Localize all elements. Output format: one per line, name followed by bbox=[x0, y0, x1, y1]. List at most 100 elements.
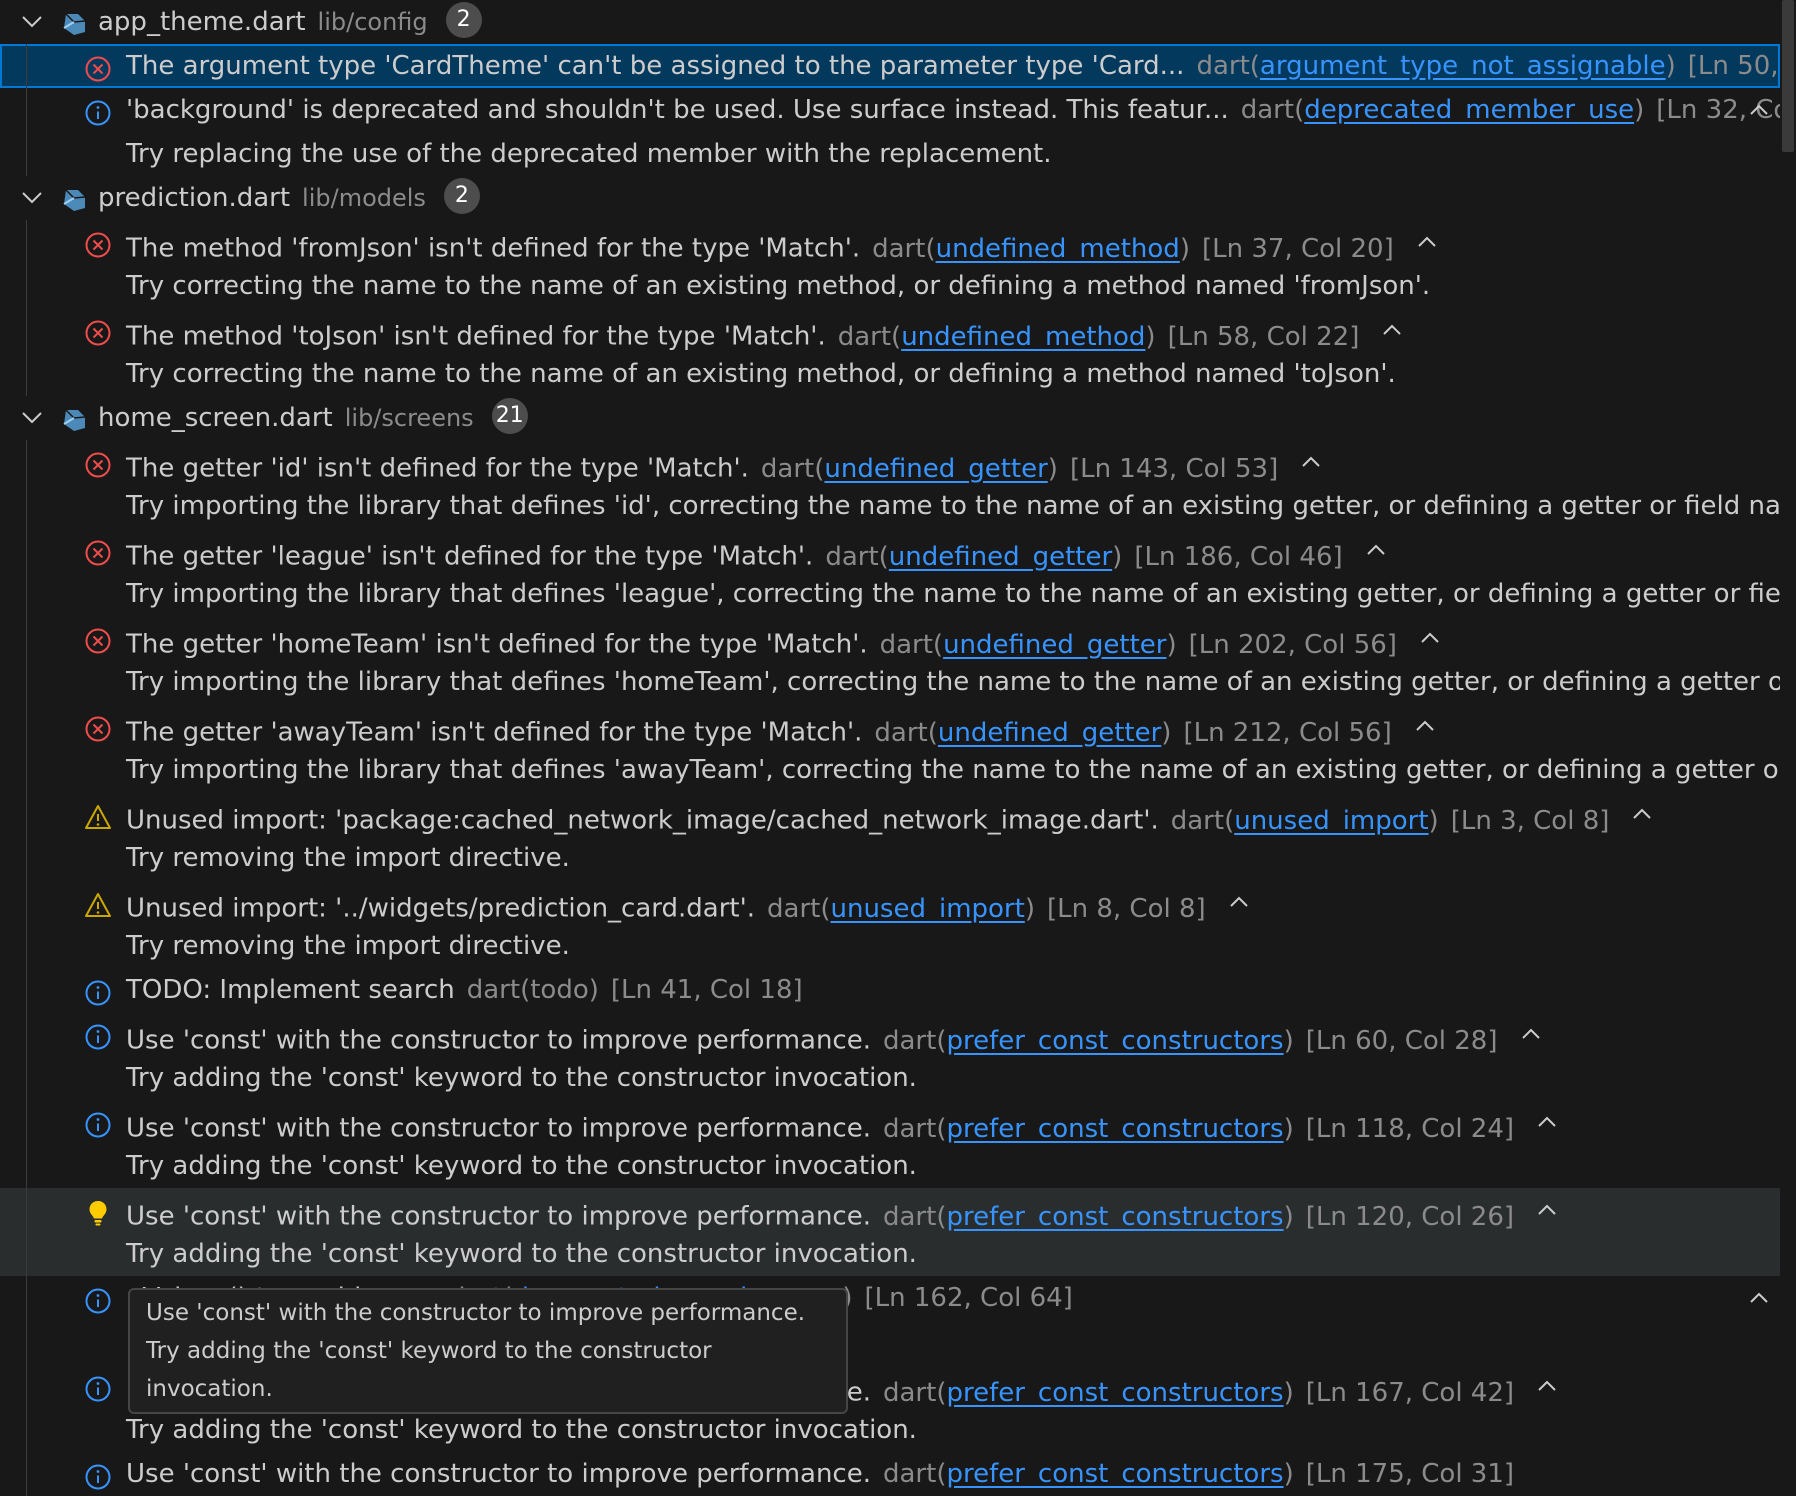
problem-row[interactable]: The method 'toJson' isn't defined for th… bbox=[0, 308, 1780, 352]
chevron-up-icon[interactable] bbox=[1534, 1100, 1560, 1144]
problem-source: dart(undefined_getter) bbox=[880, 630, 1177, 660]
chevron-down-icon[interactable] bbox=[20, 0, 44, 44]
problem-row[interactable]: The getter 'awayTeam' isn't defined for … bbox=[0, 704, 1780, 748]
problem-row[interactable]: Unused import: 'package:cached_network_i… bbox=[0, 792, 1780, 836]
rule-code-link[interactable]: undefined_getter bbox=[889, 542, 1112, 572]
chevron-up-icon[interactable] bbox=[1298, 440, 1324, 484]
rule-code-link[interactable]: prefer_const_constructors bbox=[946, 1378, 1283, 1408]
problem-message: The getter 'homeTeam' isn't defined for … bbox=[126, 629, 868, 660]
dart-file-icon bbox=[60, 404, 88, 432]
problem-source: dart(undefined_method) bbox=[872, 234, 1190, 264]
file-header[interactable]: prediction.dart lib/models 2 bbox=[0, 176, 1780, 220]
vertical-scrollbar[interactable] bbox=[1780, 0, 1796, 1490]
problem-hint-row[interactable]: Try adding the 'const' keyword to the co… bbox=[0, 1056, 1780, 1100]
problem-hint-row[interactable]: Try replacing the use of the deprecated … bbox=[0, 132, 1780, 176]
source-prefix: dart( bbox=[1240, 95, 1305, 125]
file-group: prediction.dart lib/models 2 The method 'fr… bbox=[0, 176, 1780, 396]
source-suffix: ) bbox=[1283, 1459, 1294, 1489]
error-icon bbox=[84, 317, 112, 346]
source-suffix: ) bbox=[1283, 1201, 1294, 1232]
chevron-down-icon[interactable] bbox=[20, 396, 44, 440]
problem-hint: Try importing the library that defines '… bbox=[126, 579, 1780, 609]
chevron-up-icon[interactable] bbox=[1226, 880, 1252, 924]
source-suffix: ) bbox=[1047, 453, 1058, 484]
file-header[interactable]: app_theme.dart lib/config 2 bbox=[0, 0, 1780, 44]
chevron-up-icon[interactable] bbox=[1412, 704, 1438, 748]
problem-hint-row[interactable]: Try importing the library that defines '… bbox=[0, 484, 1780, 528]
problem-row[interactable]: Use 'const' with the constructor to impr… bbox=[0, 1188, 1780, 1232]
rule-code-link[interactable]: undefined_getter bbox=[824, 454, 1047, 484]
rule-code-link[interactable]: prefer_const_constructors bbox=[946, 1202, 1283, 1232]
problem-position: [Ln 186, Col 46] bbox=[1134, 541, 1343, 572]
rule-code-link[interactable]: undefined_getter bbox=[938, 718, 1161, 748]
rule-code-link[interactable]: prefer_const_constructors bbox=[946, 1114, 1283, 1144]
problem-count-badge: 2 bbox=[445, 2, 482, 38]
problem-row[interactable]: Use 'const' with the constructor to impr… bbox=[0, 1452, 1780, 1496]
problem-row[interactable]: Use 'const' with the constructor to impr… bbox=[0, 1012, 1780, 1056]
chevron-up-icon[interactable] bbox=[1534, 1364, 1560, 1408]
problem-count-badge: 21 bbox=[491, 398, 528, 434]
file-name: home_screen.dart lib/screens 21 bbox=[98, 396, 528, 440]
problem-source: dart(todo) bbox=[467, 975, 599, 1005]
file-header[interactable]: home_screen.dart lib/screens 21 bbox=[0, 396, 1780, 440]
rule-code-link[interactable]: argument_type_not_assignable bbox=[1260, 51, 1666, 81]
rule-code-link[interactable]: prefer_const_constructors bbox=[946, 1459, 1283, 1489]
indent-guide bbox=[26, 440, 27, 1496]
rule-code-link[interactable]: undefined_method bbox=[936, 234, 1180, 264]
source-suffix: ) bbox=[1161, 717, 1172, 748]
scrollbar-thumb[interactable] bbox=[1782, 0, 1794, 152]
chevron-up-icon[interactable] bbox=[1363, 528, 1389, 572]
source-prefix: dart( bbox=[837, 321, 902, 352]
chevron-up-icon[interactable] bbox=[1534, 1188, 1560, 1232]
problem-text: TODO: Implement search dart(todo) [Ln 41, … bbox=[126, 968, 803, 1012]
problem-hint-row[interactable]: Try adding the 'const' keyword to the co… bbox=[0, 1408, 1780, 1452]
problem-hint: Try adding the 'const' keyword to the co… bbox=[126, 1151, 917, 1181]
problem-row[interactable]: Unused import: '../widgets/prediction_ca… bbox=[0, 880, 1780, 924]
chevron-up-icon[interactable] bbox=[1746, 1276, 1772, 1320]
problem-row[interactable]: The getter 'homeTeam' isn't defined for … bbox=[0, 616, 1780, 660]
problem-hint-row[interactable]: Try importing the library that defines '… bbox=[0, 748, 1780, 792]
problem-hint-row[interactable]: Try removing the import directive. bbox=[0, 924, 1780, 968]
chevron-up-icon[interactable] bbox=[1414, 220, 1440, 264]
error-icon bbox=[84, 53, 112, 82]
problem-message: Use 'const' with the constructor to impr… bbox=[126, 1113, 871, 1144]
problem-row[interactable]: 'background' is deprecated and shouldn't… bbox=[0, 88, 1780, 132]
chevron-up-icon[interactable] bbox=[1746, 88, 1772, 132]
problem-row[interactable]: The argument type 'CardTheme' can't be a… bbox=[0, 44, 1780, 88]
problem-hint-row[interactable]: Try adding the 'const' keyword to the co… bbox=[0, 1144, 1780, 1188]
rule-code-link[interactable]: unused_import bbox=[830, 894, 1024, 924]
problem-message: The method 'toJson' isn't defined for th… bbox=[126, 321, 826, 352]
rule-code-link[interactable]: prefer_const_constructors bbox=[946, 1026, 1283, 1056]
rule-code-link[interactable]: unused_import bbox=[1234, 806, 1428, 836]
problem-position: [Ln 60, Col 28] bbox=[1305, 1025, 1498, 1056]
problem-hint-row[interactable]: Try adding the 'const' keyword to the co… bbox=[0, 1232, 1780, 1276]
rule-code-link[interactable]: deprecated_member_use bbox=[1304, 95, 1634, 125]
chevron-up-icon[interactable] bbox=[1518, 1012, 1544, 1056]
problem-hint-row[interactable]: Try importing the library that defines '… bbox=[0, 660, 1780, 704]
problem-row[interactable]: The method 'fromJson' isn't defined for … bbox=[0, 220, 1780, 264]
chevron-up-icon[interactable] bbox=[1379, 308, 1405, 352]
problem-hint-row[interactable]: Try correcting the name to the name of a… bbox=[0, 264, 1780, 308]
chevron-up-icon[interactable] bbox=[1417, 616, 1443, 660]
rule-code-link[interactable]: undefined_method bbox=[901, 322, 1145, 352]
problem-row[interactable]: Use 'const' with the constructor to impr… bbox=[0, 1100, 1780, 1144]
problem-position: [Ln 212, Col 56] bbox=[1183, 717, 1392, 748]
problem-row[interactable]: The getter 'league' isn't defined for th… bbox=[0, 528, 1780, 572]
chevron-up-icon[interactable] bbox=[1629, 792, 1655, 836]
chevron-down-icon[interactable] bbox=[20, 176, 44, 220]
problem-row[interactable]: TODO: Implement search dart(todo) [Ln 41, … bbox=[0, 968, 1780, 1012]
problem-message: The getter 'awayTeam' isn't defined for … bbox=[126, 717, 863, 748]
problem-hint-row[interactable]: Try correcting the name to the name of a… bbox=[0, 352, 1780, 396]
problem-hint-row[interactable]: Try removing the import directive. bbox=[0, 836, 1780, 880]
problem-hint: Try adding the 'const' keyword to the co… bbox=[126, 1239, 917, 1269]
source-suffix: ) bbox=[1024, 893, 1035, 924]
source-prefix: dart( bbox=[883, 1459, 947, 1489]
problem-source: dart(prefer_const_constructors) bbox=[883, 1202, 1294, 1232]
rule-code-link[interactable]: undefined_getter bbox=[943, 630, 1166, 660]
problem-text: The getter 'homeTeam' isn't defined for … bbox=[126, 616, 1443, 660]
source-suffix: ) bbox=[1283, 1377, 1294, 1408]
problem-hint-row[interactable]: Try importing the library that defines '… bbox=[0, 572, 1780, 616]
indent-guide bbox=[26, 44, 27, 176]
error-icon bbox=[84, 229, 112, 258]
problem-row[interactable]: The getter 'id' isn't defined for the ty… bbox=[0, 440, 1780, 484]
